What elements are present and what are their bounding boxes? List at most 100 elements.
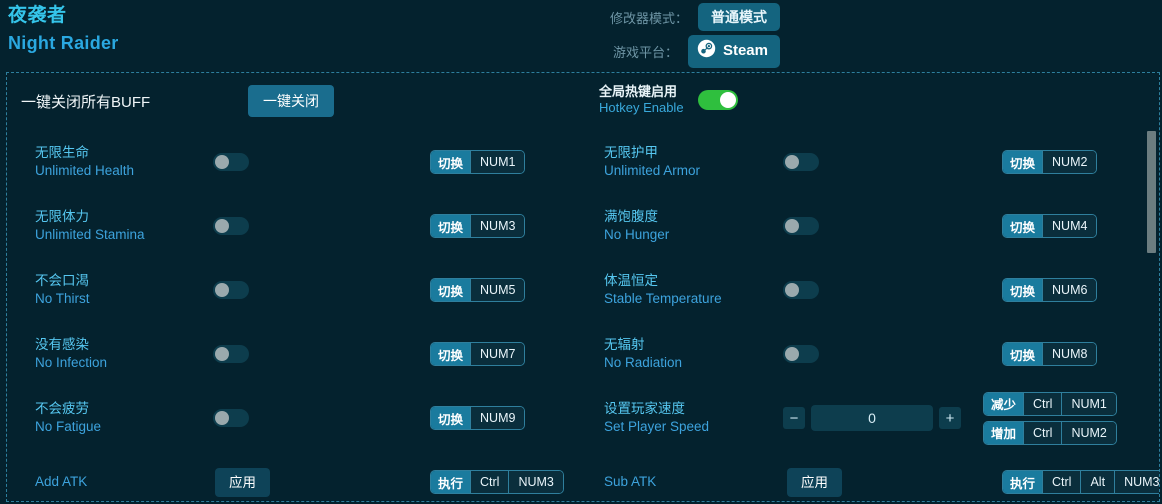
hotkey-button-sub-atk[interactable]: 执行 Ctrl Alt NUM3 (1002, 470, 1159, 494)
cheat-label-en: No Hunger (604, 227, 670, 242)
scrollbar-thumb[interactable] (1147, 131, 1156, 253)
hotkey-key: Ctrl (470, 471, 509, 493)
toggle-knob (215, 411, 229, 425)
cheat-cell-unlimited-health: 无限生命 Unlimited Health 切换 NUM1 (7, 130, 587, 194)
mode-select-button[interactable]: 普通模式 (698, 3, 780, 31)
cheat-toggle-no-thirst[interactable] (213, 281, 249, 299)
mode-label: 修改器模式： (609, 10, 688, 26)
vertical-scrollbar[interactable] (1147, 75, 1156, 499)
toggle-knob (785, 283, 799, 297)
hotkey-button-set-player-speed-1[interactable]: 增加 Ctrl NUM2 (983, 420, 1117, 445)
hotkey-button-set-player-speed-0[interactable]: 减少 Ctrl NUM1 (983, 391, 1117, 416)
hotkey-button-no-infection[interactable]: 切换 NUM7 (430, 342, 526, 366)
cheat-label-cn: 无限护甲 (604, 145, 658, 161)
cheat-panel-inner: 一键关闭所有BUFF 一键关闭 全局热键启用 Hotkey Enable 无限生… (7, 73, 1159, 501)
hotkey-key: NUM2 (1061, 421, 1116, 444)
stepper-decrement-button[interactable]: − (783, 407, 805, 429)
platform-steam-button[interactable]: Steam (687, 34, 780, 68)
steam-icon (697, 39, 716, 64)
hotkey-button-stable-temperature[interactable]: 切换 NUM6 (1002, 278, 1098, 302)
cheat-labels: 无辐射 No Radiation (604, 336, 682, 371)
hotkey-key: NUM7 (470, 343, 525, 365)
cheat-label-cn: 满饱腹度 (604, 209, 658, 225)
hotkey-key: NUM2 (1042, 151, 1097, 173)
global-hotkey-toggle[interactable] (697, 90, 738, 111)
hotkey-action-label: 切换 (1003, 215, 1043, 237)
cheat-label-en: Sub ATK (604, 474, 657, 490)
cheat-label-en: No Fatigue (35, 419, 102, 434)
cheat-labels: 设置玩家速度 Set Player Speed (604, 400, 709, 435)
cheat-label-en: No Radiation (604, 355, 683, 370)
cheat-cell-set-player-speed: 设置玩家速度Set Player Speed−+减少CtrlNUM1增加Ctrl… (587, 386, 1159, 450)
stepper-value-input[interactable] (811, 405, 933, 431)
cheat-label-en: Set Player Speed (604, 419, 710, 434)
cheat-label-cn: 无限体力 (35, 209, 89, 225)
hotkey-button-no-radiation[interactable]: 切换 NUM8 (1002, 342, 1098, 366)
toggle-knob (785, 347, 799, 361)
cheat-panel: 一键关闭所有BUFF 一键关闭 全局热键启用 Hotkey Enable 无限生… (6, 72, 1160, 502)
cheat-labels: 不会口渴 No Thirst (35, 272, 90, 307)
stepper-increment-button[interactable]: + (939, 407, 961, 429)
toggle-knob (215, 347, 229, 361)
hotkey-action-label: 减少 (984, 392, 1024, 415)
apply-button-add-atk[interactable]: 应用 (215, 467, 270, 497)
cheat-cell-no-fatigue: 不会疲劳 No Fatigue 切换 NUM9 (7, 386, 587, 450)
cheat-labels: 体温恒定 Stable Temperature (604, 272, 722, 307)
cheat-label-cn: 不会口渴 (35, 273, 89, 289)
hotkey-key: NUM3 (470, 215, 525, 237)
hotkey-button-add-atk[interactable]: 执行 Ctrl NUM3 (430, 470, 564, 494)
hotkey-key: NUM6 (1042, 279, 1097, 301)
cheat-cell-unlimited-armor: 无限护甲 Unlimited Armor 切换 NUM2 (587, 130, 1159, 194)
cheat-cell-unlimited-stamina: 无限体力 Unlimited Stamina 切换 NUM3 (7, 194, 587, 258)
cheat-row: 不会疲劳 No Fatigue 切换 NUM9 设置玩家速度 Set Player Spe… (7, 386, 1159, 450)
toggle-knob (215, 155, 229, 169)
hotkey-key: NUM1 (470, 151, 525, 173)
cheat-label-cn: 没有感染 (35, 337, 89, 353)
global-hotkey-label-cn: 全局热键启用 (599, 84, 678, 99)
hotkey-action-label: 切换 (431, 215, 471, 237)
cheat-row: 无限体力 Unlimited Stamina 切换 NUM3 满饱腹度 No Hunger… (7, 194, 1159, 258)
cheat-row: Add ATK 应用 执行 Ctrl NUM3 Sub ATK 应用 执行 Ctrl Alt NUM… (7, 450, 1159, 501)
cheat-toggle-unlimited-armor[interactable] (783, 153, 819, 171)
cheat-label-en: Unlimited Stamina (35, 227, 145, 242)
hotkey-action-label: 切换 (1003, 151, 1043, 173)
platform-row: 游戏平台： Steam (380, 34, 780, 68)
cheat-label-en: No Infection (35, 355, 108, 370)
hotkey-button-no-hunger[interactable]: 切换 NUM4 (1002, 214, 1098, 238)
panel-topbar: 一键关闭所有BUFF 一键关闭 全局热键启用 Hotkey Enable (7, 73, 1159, 130)
cheat-label-cn: 无辐射 (604, 337, 645, 353)
cheat-toggle-stable-temperature[interactable] (783, 281, 819, 299)
cheat-labels: 不会疲劳 No Fatigue (35, 400, 101, 435)
hotkey-action-label: 切换 (431, 343, 471, 365)
cheat-cell-sub-atk: Sub ATK 应用 执行 Ctrl Alt NUM3 (587, 450, 1159, 501)
hotkey-button-unlimited-health[interactable]: 切换 NUM1 (430, 150, 526, 174)
hotkey-button-unlimited-stamina[interactable]: 切换 NUM3 (430, 214, 526, 238)
app-header: 夜袭者 Night Raider 修改器模式： 普通模式 游戏平台： Steam (0, 0, 1162, 70)
hotkey-action-label: 增加 (984, 421, 1024, 444)
cheat-toggle-unlimited-stamina[interactable] (213, 217, 249, 235)
close-all-label: 一键关闭所有BUFF (21, 94, 151, 111)
toggle-knob (785, 155, 799, 169)
hotkey-action-label: 切换 (431, 151, 471, 173)
cheat-toggle-no-hunger[interactable] (783, 217, 819, 235)
cheat-cell-add-atk: Add ATK 应用 执行 Ctrl NUM3 (7, 450, 587, 501)
hotkey-button-no-thirst[interactable]: 切换 NUM5 (430, 278, 526, 302)
cheat-toggle-no-infection[interactable] (213, 345, 249, 363)
hotkey-key: NUM8 (1042, 343, 1097, 365)
cheat-toggle-unlimited-health[interactable] (213, 153, 249, 171)
cheat-label-en: Stable Temperature (604, 291, 722, 306)
global-hotkey-label-en: Hotkey Enable (599, 100, 684, 116)
hotkey-key: Alt (1080, 471, 1115, 493)
hotkey-key: Ctrl (1023, 392, 1062, 415)
platform-label: 游戏平台： (612, 44, 678, 60)
cheat-label-en: No Thirst (35, 291, 90, 306)
apply-button-sub-atk[interactable]: 应用 (787, 467, 842, 497)
app-title-cn: 夜袭者 (8, 5, 67, 26)
close-all-buffs-button[interactable]: 一键关闭 (248, 85, 334, 117)
hotkey-button-unlimited-armor[interactable]: 切换 NUM2 (1002, 150, 1098, 174)
hotkey-key: NUM1 (1061, 392, 1116, 415)
cheat-labels: Add ATK (35, 473, 87, 491)
hotkey-button-no-fatigue[interactable]: 切换 NUM9 (430, 406, 526, 430)
cheat-toggle-no-radiation[interactable] (783, 345, 819, 363)
cheat-toggle-no-fatigue[interactable] (213, 409, 249, 427)
